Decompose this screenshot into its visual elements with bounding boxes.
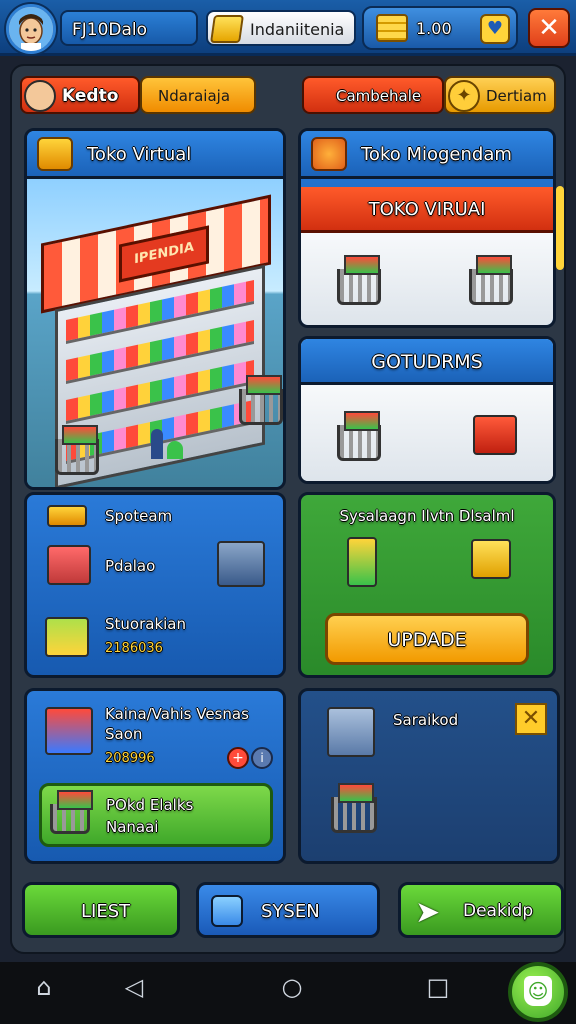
shopping-cart-icon[interactable] xyxy=(469,255,513,305)
sub-title-1: TOKO VIRUAI xyxy=(368,199,486,220)
gift-box-icon xyxy=(37,137,73,171)
panel-header: Toko Virtual xyxy=(27,131,283,179)
home-icon[interactable]: ⌂ xyxy=(30,974,58,1002)
cart-area xyxy=(301,233,553,325)
stats-panel: Spoteam Pdalao Stuorakian 2186036 xyxy=(24,492,286,678)
upgrade-button[interactable]: UPDADE xyxy=(325,613,529,665)
category-button[interactable]: Ndaraiaja xyxy=(140,76,256,114)
shopping-cart-icon[interactable] xyxy=(337,255,381,305)
stat-label-2: Pdalao xyxy=(105,557,156,575)
storage-box-icon xyxy=(327,707,375,757)
sales-button-line2: Nanaai xyxy=(106,818,159,836)
avatar-face-icon xyxy=(9,7,53,51)
close-button[interactable]: ✕ xyxy=(528,8,570,48)
platform-label: Dertiam xyxy=(486,87,547,105)
shopper-figure xyxy=(167,441,183,459)
sales-label-2: Saon xyxy=(105,725,143,743)
channel-label: Cambehale xyxy=(336,87,422,105)
storage-panel: Saraikod ✕ xyxy=(298,688,560,864)
shopping-cart-icon xyxy=(55,425,99,475)
bag-icon xyxy=(311,137,347,171)
sub-header-blue: GOTUDRMS xyxy=(301,339,553,385)
sales-action-button[interactable]: POkd Elalks Nanaai xyxy=(39,783,273,847)
cash-register-icon xyxy=(45,707,93,755)
resource-label: Indaniitenia xyxy=(250,20,345,39)
goods-area xyxy=(301,385,553,481)
game-title: FJ10Dalo xyxy=(72,20,148,40)
upgrade-title: Sysalaagn Ilvtn Dlsalml xyxy=(339,507,515,525)
store-box-icon xyxy=(47,545,91,585)
platform-button[interactable]: ✦ Dertiam xyxy=(444,76,556,114)
heart-icon[interactable]: ♥ xyxy=(480,14,510,44)
sub-header-red: TOKO VIRUAI xyxy=(301,187,553,233)
desktop-button[interactable]: ➤ Deakidp xyxy=(398,882,564,938)
shopping-cart-icon xyxy=(331,783,377,833)
assistant-button[interactable]: ☺ xyxy=(508,962,568,1022)
player-avatar-small xyxy=(24,80,56,112)
open-box-icon xyxy=(471,539,511,579)
resource-pill[interactable]: Indaniitenia xyxy=(206,10,356,46)
storage-box-icon[interactable] xyxy=(217,541,265,587)
player-avatar[interactable] xyxy=(6,4,56,54)
info-icon[interactable]: i xyxy=(251,747,273,769)
shopper-figure xyxy=(151,429,163,459)
system-button-label: SYSEN xyxy=(261,901,320,922)
close-box-icon[interactable]: ✕ xyxy=(515,703,547,735)
scrollbar[interactable] xyxy=(556,186,564,270)
stock-panel: Toko Miogendam TOKO VIRUAI xyxy=(298,128,556,328)
back-icon[interactable]: ◁ xyxy=(120,974,148,1002)
list-button[interactable]: LIEST xyxy=(22,882,180,938)
box-icon xyxy=(210,15,244,43)
system-icon xyxy=(211,895,243,927)
desktop-button-label: Deakidp xyxy=(463,901,534,921)
storage-label: Saraikod xyxy=(393,711,459,729)
channel-button[interactable]: Cambehale xyxy=(302,76,444,114)
upgrade-panel: Sysalaagn Ilvtn Dlsalml UPDADE xyxy=(298,492,556,678)
upgrade-button-label: UPDADE xyxy=(387,629,467,651)
compass-icon: ✦ xyxy=(448,80,480,112)
sales-panel: Kaina/Vahis Vesnas Saon 208996 + i POkd … xyxy=(24,688,286,864)
red-box-icon[interactable] xyxy=(473,415,517,455)
player-label: Kedto xyxy=(62,86,119,106)
goods-panel: GOTUDRMS xyxy=(298,336,556,484)
plus-icon[interactable]: + xyxy=(227,747,249,769)
store-panel-title: Toko Virtual xyxy=(87,144,192,165)
system-button[interactable]: SYSEN xyxy=(196,882,380,938)
stat-label-3: Stuorakian xyxy=(105,615,186,633)
sales-value: 208996 xyxy=(105,751,155,766)
close-icon: ✕ xyxy=(538,13,560,43)
player-button[interactable]: Kedto xyxy=(20,76,140,114)
shopping-cart-icon[interactable] xyxy=(337,411,381,461)
store-illustration[interactable]: IPENDIA xyxy=(27,179,283,487)
category-label: Ndaraiaja xyxy=(158,87,231,105)
coin-value: 1.00 xyxy=(416,19,452,38)
robot-icon: ☺ xyxy=(524,976,552,1006)
panel-header: Toko Miogendam xyxy=(301,131,553,179)
goods-stack-icon xyxy=(45,617,89,657)
shopping-cart-icon xyxy=(239,375,283,425)
stock-panel-title: Toko Miogendam xyxy=(361,144,512,165)
coin-counter[interactable]: 1.00 ♥ xyxy=(362,6,518,50)
circle-home-icon[interactable]: ○ xyxy=(278,974,306,1002)
sub-title-2: GOTUDRMS xyxy=(371,351,483,373)
stat-value-3: 2186036 xyxy=(105,641,163,656)
cursor-icon: ➤ xyxy=(415,895,441,930)
sales-button-line1: POkd Elalks xyxy=(106,796,194,814)
game-title-pill: FJ10Dalo xyxy=(60,10,198,46)
shopping-cart-icon xyxy=(50,790,93,834)
virtual-store-panel: Toko Virtual IPENDIA xyxy=(24,128,286,490)
stat-label-1: Spoteam xyxy=(105,507,173,525)
product-icon xyxy=(347,537,377,587)
ticket-icon xyxy=(47,505,87,527)
coins-icon xyxy=(376,14,408,42)
list-button-label: LIEST xyxy=(81,901,131,922)
sales-label-1: Kaina/Vahis Vesnas xyxy=(105,705,249,723)
recents-icon[interactable]: □ xyxy=(424,974,452,1002)
